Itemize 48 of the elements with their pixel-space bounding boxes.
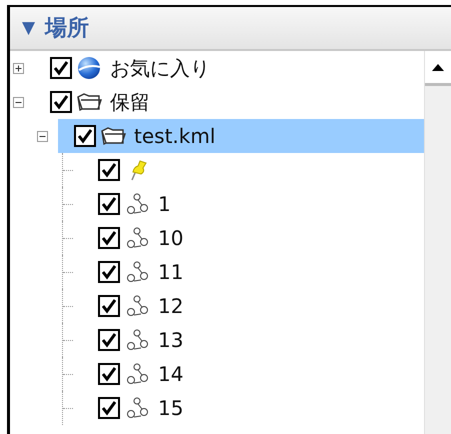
checkbox[interactable] — [98, 329, 120, 351]
globe-icon — [76, 56, 102, 80]
path-icon — [124, 396, 150, 420]
path-icon — [124, 226, 150, 250]
checkbox[interactable] — [98, 261, 120, 283]
tree-label: 10 — [158, 226, 184, 250]
checkbox[interactable] — [98, 227, 120, 249]
tree-label: 11 — [158, 260, 184, 284]
path-icon — [124, 294, 150, 318]
tree-label: 14 — [158, 362, 184, 386]
checkbox[interactable] — [98, 397, 120, 419]
checkbox[interactable] — [98, 159, 120, 181]
checkbox[interactable] — [74, 125, 96, 147]
tree-label: 15 — [158, 396, 184, 420]
tree-row[interactable]: 12 — [82, 289, 424, 323]
checkbox[interactable] — [98, 193, 120, 215]
checkbox[interactable] — [50, 57, 72, 79]
path-icon — [124, 192, 150, 216]
scrollbar[interactable] — [424, 51, 451, 434]
collapse-arrow[interactable]: ▼ — [22, 18, 36, 38]
up-arrow-icon — [431, 62, 445, 72]
tree-row[interactable]: お気に入り — [34, 51, 424, 85]
tree-row[interactable]: 13 — [82, 323, 424, 357]
tree-label: 1 — [158, 192, 171, 216]
path-icon — [124, 362, 150, 386]
path-icon — [124, 260, 150, 284]
path-icon — [124, 328, 150, 352]
checkbox[interactable] — [98, 363, 120, 385]
tree-label: お気に入り — [110, 54, 210, 82]
expand-toggle[interactable] — [37, 130, 48, 142]
tree-label: 13 — [158, 328, 184, 352]
tree-row[interactable]: test.kml — [58, 119, 424, 153]
checkbox[interactable] — [50, 91, 72, 113]
tree-row[interactable]: 10 — [82, 221, 424, 255]
tree-row[interactable]: 保留 — [34, 85, 424, 119]
panel-title: 場所 — [45, 15, 90, 43]
tree-label: 保留 — [110, 88, 150, 116]
checkbox[interactable] — [98, 295, 120, 317]
tree-label: test.kml — [134, 124, 216, 148]
tree-row[interactable]: 14 — [82, 357, 424, 391]
tree-row[interactable]: 1 — [82, 187, 424, 221]
tree-label: 12 — [158, 294, 184, 318]
tree-row[interactable]: 11 — [82, 255, 424, 289]
expand-toggle[interactable] — [13, 62, 24, 74]
scroll-up-button[interactable] — [425, 51, 451, 86]
tree-row[interactable]: 15 — [82, 391, 424, 425]
expand-toggle[interactable] — [13, 96, 24, 108]
panel-header[interactable]: ▼ 場所 — [10, 7, 451, 51]
